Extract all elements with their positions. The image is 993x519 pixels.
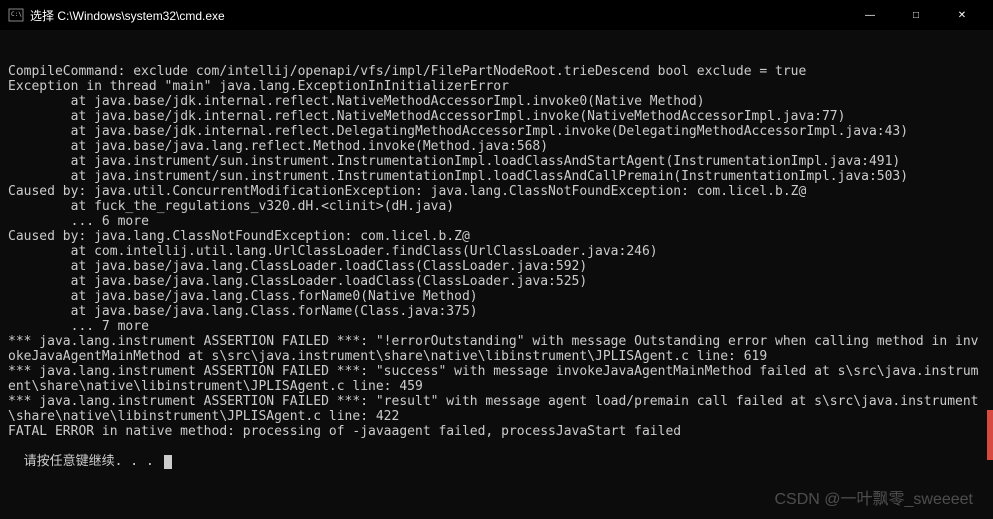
terminal-line: at com.intellij.util.lang.UrlClassLoader… bbox=[8, 244, 985, 259]
terminal-line: at java.base/jdk.internal.reflect.Delega… bbox=[8, 124, 985, 139]
terminal-output[interactable]: CompileCommand: exclude com/intellij/ope… bbox=[0, 30, 993, 473]
terminal-line: Caused by: java.lang.ClassNotFoundExcept… bbox=[8, 229, 985, 244]
cursor bbox=[164, 455, 172, 469]
terminal-line: at java.base/java.lang.Class.forName(Cla… bbox=[8, 304, 985, 319]
terminal-line: at java.base/java.lang.reflect.Method.in… bbox=[8, 139, 985, 154]
terminal-line: CompileCommand: exclude com/intellij/ope… bbox=[8, 64, 985, 79]
minimize-icon: — bbox=[865, 10, 875, 21]
terminal-line: at java.base/jdk.internal.reflect.Native… bbox=[8, 94, 985, 109]
svg-text:C:\: C:\ bbox=[11, 11, 22, 18]
terminal-line: FATAL ERROR in native method: processing… bbox=[8, 424, 985, 439]
terminal-line: at java.base/java.lang.Class.forName0(Na… bbox=[8, 289, 985, 304]
window-title: 选择 C:\Windows\system32\cmd.exe bbox=[30, 7, 847, 24]
terminal-line: at java.instrument/sun.instrument.Instru… bbox=[8, 154, 985, 169]
side-decoration bbox=[987, 410, 993, 460]
terminal-line: ... 6 more bbox=[8, 214, 985, 229]
window-titlebar: C:\ 选择 C:\Windows\system32\cmd.exe — □ ✕ bbox=[0, 0, 993, 30]
terminal-line: at java.base/java.lang.ClassLoader.loadC… bbox=[8, 259, 985, 274]
minimize-button[interactable]: — bbox=[847, 0, 893, 30]
terminal-line: at fuck_the_regulations_v320.dH.<clinit>… bbox=[8, 199, 985, 214]
terminal-line: Exception in thread "main" java.lang.Exc… bbox=[8, 79, 985, 94]
terminal-line: at java.base/java.lang.ClassLoader.loadC… bbox=[8, 274, 985, 289]
terminal-line: *** java.lang.instrument ASSERTION FAILE… bbox=[8, 394, 985, 424]
terminal-line: *** java.lang.instrument ASSERTION FAILE… bbox=[8, 364, 985, 394]
terminal-line: Caused by: java.util.ConcurrentModificat… bbox=[8, 184, 985, 199]
terminal-line: at java.instrument/sun.instrument.Instru… bbox=[8, 169, 985, 184]
close-button[interactable]: ✕ bbox=[939, 0, 985, 30]
maximize-icon: □ bbox=[913, 10, 919, 21]
window-controls: — □ ✕ bbox=[847, 0, 985, 30]
continue-prompt: 请按任意键继续. . . bbox=[24, 454, 162, 469]
terminal-line: *** java.lang.instrument ASSERTION FAILE… bbox=[8, 334, 985, 364]
watermark: CSDN @一叶飘零_sweeeet bbox=[774, 485, 973, 509]
cmd-icon: C:\ bbox=[8, 7, 24, 23]
terminal-line: ... 7 more bbox=[8, 319, 985, 334]
terminal-line: at java.base/jdk.internal.reflect.Native… bbox=[8, 109, 985, 124]
maximize-button[interactable]: □ bbox=[893, 0, 939, 30]
close-icon: ✕ bbox=[958, 10, 966, 21]
